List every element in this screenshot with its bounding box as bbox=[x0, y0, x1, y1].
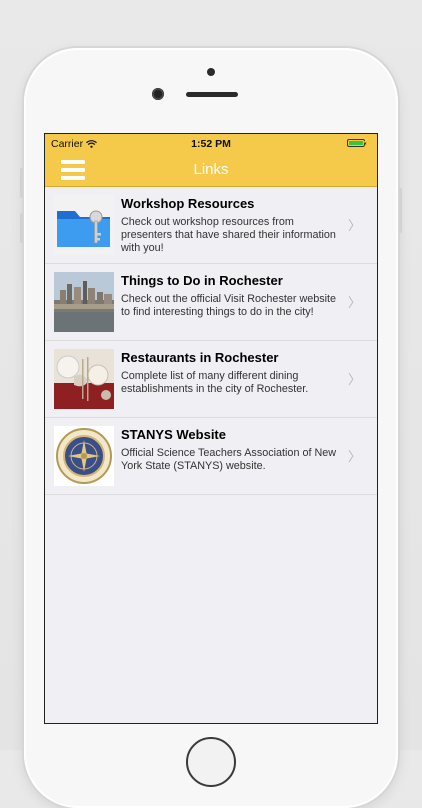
chevron-right-icon: 〉 bbox=[347, 295, 361, 310]
links-list: Workshop Resources Check out workshop re… bbox=[45, 187, 377, 495]
app-screen: Carrier 1:52 PM ⚡ Links Workshop Resourc… bbox=[44, 133, 378, 724]
chevron-right-icon: 〉 bbox=[347, 372, 361, 387]
front-camera bbox=[152, 88, 164, 100]
link-description: Check out the official Visit Rochester w… bbox=[121, 293, 337, 318]
link-description: Official Science Teachers Association of… bbox=[121, 447, 337, 472]
power-button bbox=[399, 188, 402, 233]
chevron-right-icon: 〉 bbox=[347, 449, 361, 464]
list-item[interactable]: Restaurants in Rochester Complete list o… bbox=[45, 341, 377, 418]
folder-key-icon bbox=[54, 195, 114, 255]
link-title: Restaurants in Rochester bbox=[121, 350, 279, 365]
chevron-right-icon: 〉 bbox=[347, 218, 361, 233]
page-title: Links bbox=[193, 161, 229, 178]
volume-button bbox=[20, 213, 23, 243]
volume-button bbox=[20, 168, 23, 198]
earpiece-speaker bbox=[186, 92, 238, 97]
charging-icon: ⚡ bbox=[361, 137, 373, 147]
list-item[interactable]: Things to Do in Rochester Check out the … bbox=[45, 264, 377, 341]
stanys-seal-logo bbox=[54, 426, 114, 486]
link-description: Check out workshop resources from presen… bbox=[121, 216, 336, 254]
link-title: STANYS Website bbox=[121, 427, 226, 442]
list-item[interactable]: Workshop Resources Check out workshop re… bbox=[45, 187, 377, 264]
home-button[interactable] bbox=[186, 737, 236, 787]
link-title: Things to Do in Rochester bbox=[121, 273, 283, 288]
link-description: Complete list of many different dining e… bbox=[121, 370, 309, 395]
nav-bar: Links bbox=[45, 154, 377, 187]
list-item[interactable]: STANYS Website Official Science Teachers… bbox=[45, 418, 377, 495]
status-time: 1:52 PM bbox=[191, 138, 231, 150]
status-bar: Carrier 1:52 PM ⚡ bbox=[45, 134, 377, 154]
link-title: Workshop Resources bbox=[121, 196, 255, 211]
dining-table-photo bbox=[54, 349, 114, 409]
rochester-skyline-photo bbox=[54, 272, 114, 332]
proximity-sensor bbox=[207, 68, 215, 76]
